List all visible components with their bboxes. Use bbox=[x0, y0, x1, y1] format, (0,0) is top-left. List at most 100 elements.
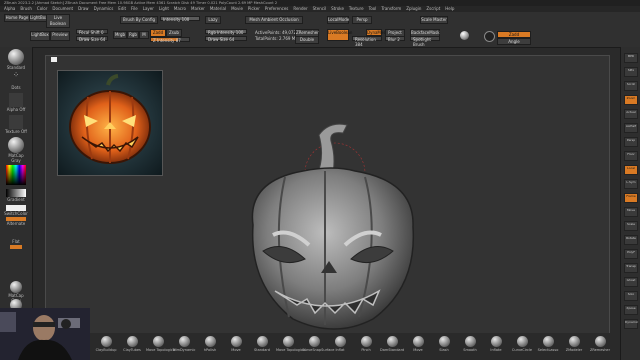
brush-by-config-button[interactable]: Brush By Config bbox=[120, 16, 158, 24]
brush-label: SelectLasso bbox=[537, 348, 559, 352]
z-intensity-slider[interactable]: Z Intensity 87 bbox=[150, 37, 190, 43]
persp-button[interactable]: Persp bbox=[352, 16, 372, 24]
right-shelf-button[interactable]: Move bbox=[624, 207, 638, 217]
brush-slot[interactable]: SelectLasso bbox=[536, 336, 560, 352]
brush-icon bbox=[360, 336, 372, 347]
switch-color[interactable]: SwitchColor bbox=[3, 205, 29, 216]
gradient-icon bbox=[6, 189, 26, 197]
right-shelf-button[interactable]: PolyF bbox=[624, 249, 638, 259]
brush-slot[interactable]: Move Topological bbox=[146, 336, 176, 352]
right-shelf-button[interactable]: Dynamic bbox=[624, 319, 638, 329]
double-button[interactable]: Double bbox=[295, 36, 319, 44]
right-shelf-button[interactable]: Scroll bbox=[624, 81, 638, 91]
lazy-mouse-button[interactable]: Lazy bbox=[205, 16, 221, 24]
stroke-dots[interactable]: ⁘ Dots bbox=[3, 71, 29, 90]
zadd-button[interactable]: Zadd bbox=[150, 29, 166, 37]
dynamesh-button[interactable]: DynaMesh bbox=[366, 29, 388, 36]
right-shelf-button[interactable]: Transp bbox=[624, 263, 638, 273]
rgb-intensity-slider[interactable]: Rgb Intensity 100 bbox=[205, 29, 247, 35]
live-boolean-tab[interactable]: Live Boolean bbox=[46, 14, 70, 28]
brush-slot[interactable]: DamStandard bbox=[380, 336, 404, 352]
right-shelf-button[interactable]: L.Sym bbox=[624, 179, 638, 189]
resolution-slider[interactable]: Resolution 384 bbox=[352, 36, 382, 47]
right-shelf-button[interactable]: Actual bbox=[624, 109, 638, 119]
top-toolbar: Home Page LightBox Live Boolean LightBox… bbox=[0, 12, 640, 48]
mesh-ambient-occlusion-button[interactable]: Mesh Ambient Occlusion bbox=[245, 16, 303, 24]
local-mode-button[interactable]: LocalMode bbox=[327, 16, 349, 24]
right-shelf-button[interactable]: AAHalf bbox=[624, 123, 638, 133]
pumpkin-sculpt-model[interactable] bbox=[225, 115, 430, 340]
right-shelf-button[interactable]: Frame bbox=[624, 193, 638, 203]
standard-brush[interactable]: Standard bbox=[3, 49, 29, 70]
blur-slider[interactable]: Blur 2 bbox=[385, 36, 405, 42]
zadd-orange-button[interactable]: Zadd bbox=[497, 31, 531, 38]
preview-button[interactable]: Preview bbox=[50, 31, 70, 41]
lightbox-tab[interactable]: LightBox bbox=[29, 14, 47, 22]
material-sphere-icon bbox=[8, 137, 24, 153]
brush-label: hPolish bbox=[203, 348, 217, 352]
brush-label: Slash bbox=[439, 348, 449, 352]
brush-slot[interactable]: Smooth bbox=[458, 336, 482, 352]
brush-icon bbox=[100, 336, 112, 347]
brush-slot[interactable]: Move bbox=[406, 336, 430, 352]
scale-master-button[interactable]: Scale Master bbox=[420, 16, 448, 24]
brush-slot[interactable]: Move Topological bbox=[276, 336, 306, 352]
brush-slot[interactable]: Inflate bbox=[484, 336, 508, 352]
lightbox-button[interactable]: LightBox bbox=[30, 31, 50, 41]
material-sphere-icon[interactable] bbox=[460, 31, 469, 40]
home-page-tab[interactable]: Home Page bbox=[4, 14, 30, 22]
brush-slot[interactable]: hPolish bbox=[198, 336, 222, 352]
m-button[interactable]: M bbox=[139, 31, 149, 39]
brush-slot[interactable]: ZModeler bbox=[562, 336, 586, 352]
material-matcap[interactable]: MatCap Gray bbox=[3, 137, 29, 163]
zsub-button[interactable]: Zsub bbox=[166, 29, 182, 37]
right-shelf-button[interactable]: Ghost bbox=[624, 277, 638, 287]
flat-icon bbox=[10, 245, 22, 249]
right-shelf-button[interactable]: Solo bbox=[624, 291, 638, 301]
brush-slot[interactable]: ClayTubes bbox=[120, 336, 144, 352]
brush-icon bbox=[282, 336, 294, 347]
angle-button[interactable]: Angle bbox=[497, 38, 531, 45]
draw-size-slider[interactable]: Draw Size 64 bbox=[76, 36, 108, 42]
gradient[interactable]: Gradient bbox=[3, 189, 29, 202]
presenter-webcam-icon bbox=[0, 308, 90, 360]
right-shelf-button[interactable]: Scale bbox=[624, 221, 638, 231]
flat-mode[interactable]: Flat bbox=[3, 239, 29, 250]
brush-slot[interactable]: TrimDynamic bbox=[172, 336, 196, 352]
brush-slot[interactable]: CurveCircle bbox=[510, 336, 534, 352]
alpha-off[interactable]: Alpha Off bbox=[3, 93, 29, 112]
brush-label: DamStandard bbox=[380, 348, 405, 352]
brush-slot[interactable]: ZRemesher bbox=[588, 336, 612, 352]
rgb-button[interactable]: Rgb bbox=[127, 31, 139, 39]
brush-label: TrimDynamic bbox=[172, 348, 196, 352]
live-boolean-button[interactable]: LiveBoolean bbox=[327, 29, 352, 41]
brush-label: Inflat bbox=[335, 348, 345, 352]
right-shelf-button[interactable]: Persp bbox=[624, 137, 638, 147]
right-shelf-button[interactable]: Floor bbox=[624, 151, 638, 161]
brush-icon bbox=[438, 336, 450, 347]
draw-size2-slider[interactable]: Draw Size 64 bbox=[205, 36, 247, 42]
brush-label: CurveSnapSurface bbox=[302, 348, 335, 352]
right-shelf-button[interactable]: Rotate bbox=[624, 235, 638, 245]
right-shelf-button[interactable]: Local bbox=[624, 165, 638, 175]
angle-icon[interactable] bbox=[484, 31, 495, 42]
alternate[interactable]: Alternate bbox=[3, 217, 29, 226]
brush-slot[interactable]: ClayBuildup bbox=[94, 336, 118, 352]
right-shelf-button[interactable]: BPR bbox=[624, 53, 638, 63]
color-picker[interactable] bbox=[3, 165, 29, 185]
brush-icon bbox=[542, 336, 554, 347]
right-shelf-button[interactable]: SPix bbox=[624, 67, 638, 77]
brush-slot[interactable]: Pinch bbox=[354, 336, 378, 352]
spotlight-slider[interactable]: Spotlight Brush bbox=[410, 36, 440, 47]
right-shelf-button[interactable]: Zoom bbox=[624, 95, 638, 105]
brush-slot[interactable]: Move bbox=[224, 336, 248, 352]
mrgb-button[interactable]: Mrgb bbox=[113, 31, 127, 39]
brush-slot[interactable]: CurveSnapSurface bbox=[302, 336, 335, 352]
brush-slot[interactable]: Inflat bbox=[328, 336, 352, 352]
right-shelf-button[interactable]: Xpose bbox=[624, 305, 638, 315]
focal-shift-slider[interactable]: Focal Shift 0 bbox=[76, 29, 108, 35]
brush-slot[interactable]: Slash bbox=[432, 336, 456, 352]
brush-slot[interactable]: Standard bbox=[250, 336, 274, 352]
texture-off[interactable]: Texture Off bbox=[3, 115, 29, 134]
intensity-slider[interactable]: Intensity 100 bbox=[160, 16, 200, 22]
